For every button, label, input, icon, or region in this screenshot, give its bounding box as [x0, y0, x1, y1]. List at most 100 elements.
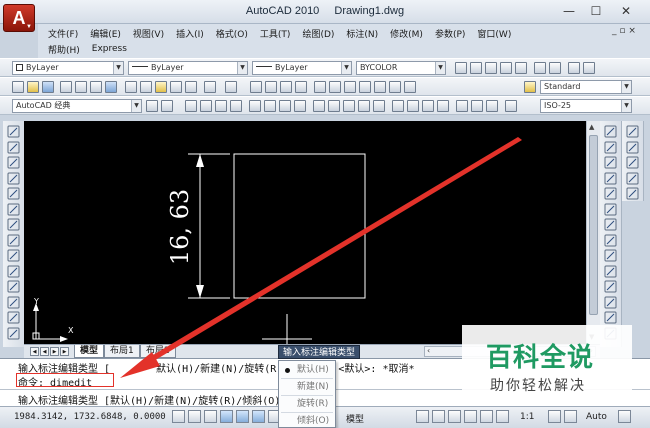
grid-display-button[interactable]	[188, 410, 201, 423]
quick-view-layouts-button[interactable]	[416, 410, 429, 423]
point-icon[interactable]	[7, 327, 20, 340]
quick-view-drawings-button[interactable]	[432, 410, 445, 423]
zoom-button[interactable]	[464, 410, 477, 423]
arc-length-icon[interactable]	[215, 100, 227, 112]
trim-icon[interactable]	[604, 265, 617, 278]
next-tab-icon[interactable]: ▶	[50, 347, 59, 356]
workspace-switching-icon[interactable]	[564, 410, 577, 423]
aligned-dimension-icon[interactable]	[200, 100, 212, 112]
copy-icon[interactable]	[140, 81, 152, 93]
object-snap-button[interactable]	[236, 410, 249, 423]
linear-dimension-icon[interactable]	[185, 100, 197, 112]
construction-line-icon[interactable]	[7, 141, 20, 154]
erase-icon[interactable]	[604, 125, 617, 138]
baseline-dimension-icon[interactable]	[328, 100, 340, 112]
polyline-icon[interactable]	[7, 156, 20, 169]
application-menu-button[interactable]: A ▼	[3, 4, 35, 32]
previous-tab-icon[interactable]: ◀	[40, 347, 49, 356]
clean-screen-button[interactable]	[618, 410, 631, 423]
line-icon[interactable]	[7, 125, 20, 138]
showmotion-button[interactable]	[496, 410, 509, 423]
insert-block-icon[interactable]	[7, 296, 20, 309]
break-icon[interactable]	[604, 296, 617, 309]
menu-item-5[interactable]: 工具(T)	[254, 27, 297, 40]
rotate-icon[interactable]	[604, 218, 617, 231]
ellipse-icon[interactable]	[7, 265, 20, 278]
annotation-visibility-button[interactable]	[548, 410, 561, 423]
plot-style-combo[interactable]: BYCOLOR ▼	[356, 61, 446, 75]
menu-item-rotate[interactable]: 旋转(R)	[279, 396, 335, 412]
design-center-icon[interactable]	[329, 81, 341, 93]
sheet-set-icon[interactable]	[359, 81, 371, 93]
menu-item-8[interactable]: 修改(M)	[384, 27, 429, 40]
object-snap-tracking-button[interactable]	[252, 410, 265, 423]
scroll-up-icon[interactable]: ▲	[589, 123, 594, 131]
zoom-in-icon[interactable]	[534, 62, 546, 74]
ordinate-dimension-icon[interactable]	[230, 100, 242, 112]
text-style-icon[interactable]	[524, 81, 536, 93]
stretch-icon[interactable]	[604, 249, 617, 262]
copy-object-icon[interactable]	[604, 141, 617, 154]
publish-icon[interactable]	[90, 81, 102, 93]
move-icon[interactable]	[604, 203, 617, 216]
workspace-save-icon[interactable]	[161, 100, 173, 112]
join-icon[interactable]	[604, 311, 617, 324]
menu-item-oblique[interactable]: 倾斜(O)	[279, 413, 335, 428]
open-file-icon[interactable]	[27, 81, 39, 93]
scroll-left-icon[interactable]: ‹	[427, 346, 430, 355]
first-tab-icon[interactable]: ◀	[30, 347, 39, 356]
cut-icon[interactable]	[125, 81, 137, 93]
center-mark-icon[interactable]	[407, 100, 419, 112]
close-button[interactable]: ✕	[614, 3, 638, 19]
layer-combo[interactable]: ByLayer ▼	[12, 61, 124, 75]
menu-item-7[interactable]: 标注(N)	[340, 27, 384, 40]
zoom-window-icon[interactable]	[280, 81, 292, 93]
menu-item-default[interactable]: 默认(H)	[279, 362, 335, 378]
dimension-edit-icon[interactable]	[456, 100, 468, 112]
scale-icon[interactable]	[604, 234, 617, 247]
pan-icon[interactable]	[250, 81, 262, 93]
lineweight-combo[interactable]: ByLayer ▼	[252, 61, 352, 75]
print-preview-icon[interactable]	[75, 81, 87, 93]
edit-attribute-icon[interactable]	[626, 187, 639, 200]
rectangle-icon[interactable]	[7, 187, 20, 200]
markup-icon[interactable]	[374, 81, 386, 93]
3d-dwf-icon[interactable]	[105, 81, 117, 93]
circle-icon[interactable]	[7, 218, 20, 231]
continue-dimension-icon[interactable]	[343, 100, 355, 112]
linetype-combo[interactable]: ByLayer ▼	[128, 61, 248, 75]
document-window-controls[interactable]: _ ▫ ×	[612, 26, 636, 36]
menu-item-2[interactable]: 视图(V)	[127, 27, 170, 40]
drawing-canvas[interactable]: 16, 63 Y X	[24, 121, 586, 344]
draw-order-icon[interactable]	[626, 125, 639, 138]
tab-model[interactable]: 模型	[74, 345, 105, 358]
edit-polyline-icon[interactable]	[626, 156, 639, 169]
ellipse-arc-icon[interactable]	[7, 280, 20, 293]
steeringwheel-button[interactable]	[480, 410, 493, 423]
maximize-button[interactable]: ☐	[584, 3, 608, 19]
extend-icon[interactable]	[604, 280, 617, 293]
tab-layout1[interactable]: 布局1	[104, 345, 140, 358]
tab-layout2[interactable]: 布局2	[140, 345, 176, 358]
radius-dimension-icon[interactable]	[249, 100, 261, 112]
new-file-icon[interactable]	[12, 81, 24, 93]
save-icon[interactable]	[42, 81, 54, 93]
text-style-combo[interactable]: Standard ▼	[540, 80, 632, 94]
print-icon[interactable]	[60, 81, 72, 93]
zoom-realtime-icon[interactable]	[265, 81, 277, 93]
undo-icon[interactable]	[204, 81, 216, 93]
offset-icon[interactable]	[604, 172, 617, 185]
edit-spline-icon[interactable]	[626, 172, 639, 185]
paste-icon[interactable]	[155, 81, 167, 93]
zoom-out-icon[interactable]	[549, 62, 561, 74]
rectangle-entity[interactable]	[233, 153, 366, 299]
zoom-previous-icon[interactable]	[295, 81, 307, 93]
menu-item-4[interactable]: 格式(O)	[210, 27, 254, 40]
redo-icon[interactable]	[225, 81, 237, 93]
block-editor-icon[interactable]	[185, 81, 197, 93]
jogged-dimension-icon[interactable]	[264, 100, 276, 112]
make-block-icon[interactable]	[7, 311, 20, 324]
zoom-window-icon[interactable]	[470, 62, 482, 74]
vertical-scrollbar[interactable]: ▲ ▼	[586, 121, 600, 344]
dimension-space-icon[interactable]	[358, 100, 370, 112]
